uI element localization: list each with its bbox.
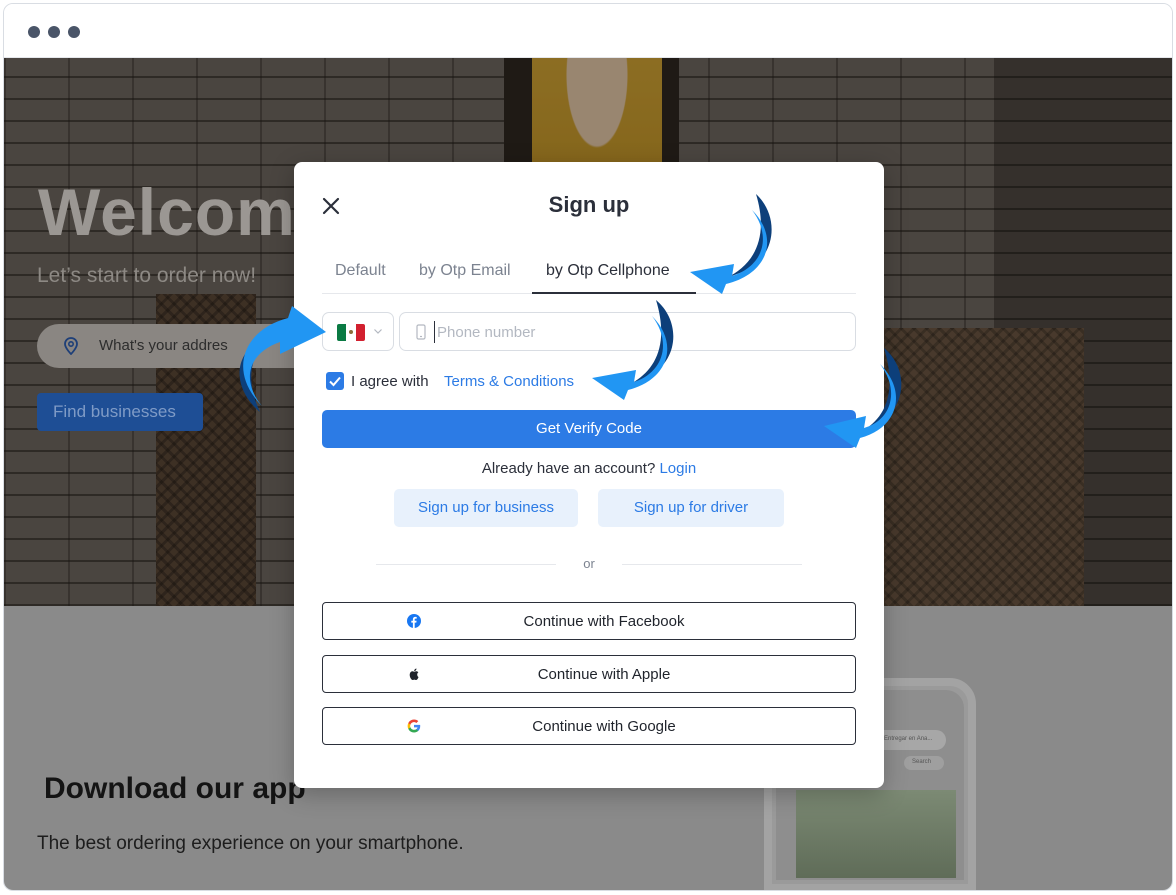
signup-business-button[interactable]: Sign up for business — [394, 489, 578, 527]
tab-otp-email[interactable]: by Otp Email — [419, 262, 511, 280]
annotation-arrow-icon — [690, 194, 772, 294]
agree-label: I agree with — [351, 373, 429, 390]
annotation-arrow-icon — [592, 300, 674, 400]
find-businesses-button[interactable]: Find businesses — [37, 393, 203, 431]
hero-subtitle: Let’s start to order now! — [37, 264, 257, 287]
mexico-flag-icon — [337, 324, 365, 341]
window-dot[interactable] — [28, 26, 40, 38]
login-link[interactable]: Login — [659, 460, 696, 477]
window-titlebar — [4, 4, 1172, 58]
download-app-title: Download our app — [44, 772, 306, 805]
already-account-text: Already have an account? — [481, 460, 656, 477]
apple-label: Continue with Apple — [537, 666, 671, 683]
annotation-arrow-icon — [824, 348, 902, 448]
continue-google-button[interactable]: Continue with Google — [322, 707, 856, 745]
download-app-subtitle: The best ordering experience on your sma… — [37, 833, 464, 854]
continue-apple-button[interactable]: Continue with Apple — [322, 655, 856, 693]
location-pin-icon — [64, 337, 78, 355]
country-code-select[interactable] — [322, 312, 394, 351]
address-placeholder: What's your addres — [99, 337, 228, 354]
tab-otp-cellphone[interactable]: by Otp Cellphone — [546, 262, 670, 280]
signup-modal: Sign up Default by Otp Email by Otp Cell… — [294, 162, 884, 788]
phone-screen-photo — [796, 790, 956, 878]
window-dot[interactable] — [48, 26, 60, 38]
terms-link[interactable]: Terms & Conditions — [444, 373, 574, 390]
active-tab-indicator — [532, 292, 696, 294]
google-label: Continue with Google — [532, 718, 676, 735]
modal-title: Sign up — [548, 192, 630, 217]
tab-default[interactable]: Default — [335, 262, 386, 280]
facebook-label: Continue with Facebook — [523, 613, 685, 630]
signup-driver-button[interactable]: Sign up for driver — [598, 489, 784, 527]
continue-facebook-button[interactable]: Continue with Facebook — [322, 602, 856, 640]
phone-screen-search-button: Search — [904, 756, 944, 770]
mobile-phone-icon — [416, 324, 426, 340]
get-verify-code-button[interactable]: Get Verify Code — [322, 410, 856, 448]
hero-welcome-title: Welcom — [38, 175, 296, 249]
annotation-arrow-icon — [239, 306, 326, 412]
chevron-down-icon — [374, 329, 382, 334]
login-prompt: Already have an account? Login — [294, 460, 884, 477]
window-dot[interactable] — [68, 26, 80, 38]
divider-right — [622, 564, 802, 565]
